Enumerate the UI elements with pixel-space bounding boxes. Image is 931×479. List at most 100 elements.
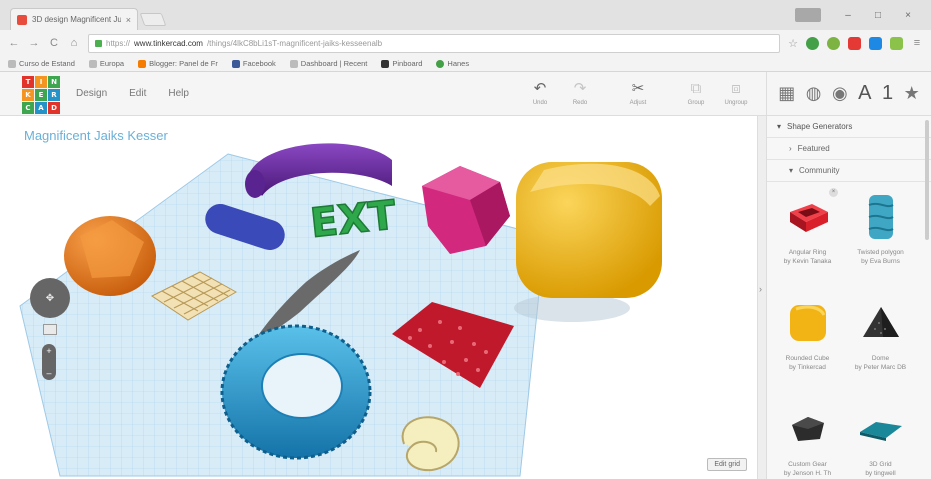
logo-cell: E — [35, 89, 47, 101]
section-featured[interactable]: › Featured — [767, 138, 931, 160]
shape-tile[interactable]: × Angular Ring by Kevin Tanaka — [771, 188, 844, 286]
extension-lime-icon[interactable] — [890, 36, 903, 50]
extension-red-icon[interactable] — [848, 36, 861, 50]
undo-button[interactable]: ↶ Undo — [525, 80, 555, 106]
ungroup-label: Ungroup — [724, 100, 748, 106]
grid-view-icon[interactable]: ▦ — [778, 83, 795, 104]
bookmark-item[interactable]: Blogger: Panel de Fr — [138, 59, 218, 68]
cream-spiral-shape[interactable] — [401, 416, 460, 472]
pentagon-icon — [778, 400, 838, 458]
redo-button[interactable]: ↷ Redo — [565, 80, 595, 106]
bookmark-icon — [436, 59, 445, 68]
facebook-icon — [231, 59, 240, 68]
yellow-rounded-cube-shape[interactable] — [514, 162, 662, 322]
zoom-out-icon[interactable]: – — [46, 368, 51, 378]
menu-help[interactable]: Help — [168, 88, 189, 99]
new-tab-button[interactable] — [139, 13, 167, 26]
profile-button[interactable] — [795, 8, 821, 22]
logo-cell: R — [48, 89, 60, 101]
close-tab-icon[interactable]: × — [126, 15, 131, 25]
cyan-gear-torus-shape[interactable] — [220, 324, 372, 460]
adjust-button[interactable]: ✂ Adjust — [623, 80, 653, 106]
workplane-viewport[interactable]: Magnificent Jaiks Kesser EXT ✥ + – Edit … — [0, 116, 757, 479]
redo-label: Redo — [572, 100, 588, 106]
group-button[interactable]: ⧉ Group — [681, 80, 711, 106]
blogger-icon — [138, 59, 147, 68]
zoom-control[interactable]: + – — [42, 344, 56, 380]
app-menu: Design Edit Help — [76, 88, 189, 99]
shape-tile[interactable]: Dome by Peter Marc DB — [844, 294, 917, 392]
menu-design[interactable]: Design — [76, 88, 107, 99]
back-icon[interactable]: ← — [8, 37, 20, 49]
chevron-down-icon: ▾ — [789, 166, 794, 175]
favorites-star-icon[interactable]: ★ — [904, 83, 920, 104]
section-label: Community — [799, 166, 840, 175]
red-box-icon — [778, 188, 838, 246]
maximize-button[interactable]: □ — [865, 10, 891, 21]
undo-icon: ↶ — [533, 80, 547, 97]
bookmark-item[interactable]: Pinboard — [381, 59, 422, 68]
section-label: Featured — [797, 144, 830, 153]
logo-cell: D — [48, 102, 60, 114]
sidebar-scrollbar[interactable] — [925, 120, 929, 240]
shape-tile[interactable]: Rounded Cube by Tinkercad — [771, 294, 844, 392]
shape-tile[interactable]: Twisted polygon by Eva Burns — [844, 188, 917, 286]
bookmark-label: Europa — [99, 59, 125, 68]
shape-caption: Rounded Cube by Tinkercad — [785, 355, 830, 371]
number-icon[interactable]: 1 — [882, 82, 893, 105]
text-icon[interactable]: A — [858, 82, 871, 105]
remove-badge[interactable]: × — [829, 188, 838, 197]
bookmark-item[interactable]: Europa — [88, 59, 125, 68]
extension-leaf-icon[interactable] — [827, 36, 840, 50]
logo-cell: I — [35, 76, 47, 88]
edit-toolbar: ↶ Undo ↷ Redo ✂ Adjust ⧉ Group ⧈ Ungroup — [525, 80, 751, 106]
bookmark-item[interactable]: Dashboard | Recent — [289, 59, 368, 68]
shapes-sidebar: ▾ Shape Generators › Featured ▾ Communit… — [766, 116, 931, 479]
bookmark-label: Dashboard | Recent — [300, 59, 368, 68]
zoom-in-icon[interactable]: + — [46, 346, 51, 356]
url-path: /things/4lkC8bLi1sT-magnificent-jaiks-ke… — [206, 38, 383, 48]
group-label: Group — [687, 100, 705, 106]
shape-panel-toolbar: ▦ ◍ ◉ A 1 ★ — [766, 72, 931, 116]
shape-grid: × Angular Ring by Kevin Tanaka Twisted po… — [771, 188, 921, 479]
home-icon[interactable]: ⌂ — [68, 37, 80, 49]
shapes-icon[interactable]: ◉ — [832, 83, 848, 104]
shape-tile[interactable]: Custom Gear by Jenson H. Th — [771, 400, 844, 479]
bookmark-item[interactable]: Curso de Estand — [8, 59, 75, 68]
reload-icon[interactable]: C — [48, 37, 60, 49]
group-icon: ⧉ — [690, 80, 702, 97]
chevron-right-icon: › — [759, 284, 762, 294]
view-orbit-control[interactable]: ✥ — [30, 278, 70, 318]
browser-tab-bar: 3D design Magnificent Ju... × – □ × — [0, 0, 931, 30]
bookmark-item[interactable]: Facebook — [231, 59, 276, 68]
forward-icon[interactable]: → — [28, 37, 40, 49]
section-community[interactable]: ▾ Community — [767, 160, 931, 182]
component-icon[interactable]: ◍ — [806, 83, 822, 104]
url-input[interactable]: https://www.tinkercad.com/things/4lkC8bL… — [88, 33, 781, 53]
logo-cell: T — [22, 76, 34, 88]
close-window-button[interactable]: × — [895, 10, 921, 21]
lock-icon — [95, 39, 102, 47]
tinkercad-logo[interactable]: T I N K E R C A D — [22, 76, 62, 114]
home-view-button[interactable] — [43, 324, 57, 335]
menu-icon[interactable]: ≡ — [911, 37, 923, 49]
bookmark-icon — [88, 59, 97, 68]
adjust-label: Adjust — [629, 100, 647, 106]
edit-grid-button[interactable]: Edit grid — [707, 458, 747, 471]
shape-tile[interactable]: 3D Grid by tingwell — [844, 400, 917, 479]
shape-caption: Custom Gear by Jenson H. Th — [783, 461, 832, 477]
bookmark-item[interactable]: Hanes — [436, 59, 469, 68]
section-shape-generators[interactable]: ▾ Shape Generators — [767, 116, 931, 138]
dome-icon — [851, 294, 911, 352]
green-ext-text-shape[interactable]: EXT — [308, 191, 400, 247]
tab-title: 3D design Magnificent Ju... — [32, 15, 121, 24]
bookmark-star-icon[interactable]: ☆ — [788, 37, 798, 50]
extension-green-icon[interactable] — [806, 36, 819, 50]
minimize-button[interactable]: – — [835, 10, 861, 21]
panel-collapse-handle[interactable]: › — [757, 116, 766, 479]
extension-blue-icon[interactable] — [869, 36, 882, 50]
ungroup-button[interactable]: ⧈ Ungroup — [721, 80, 751, 106]
menu-edit[interactable]: Edit — [129, 88, 146, 99]
orange-rounded-polyhedron-shape[interactable] — [64, 216, 156, 296]
browser-tab[interactable]: 3D design Magnificent Ju... × — [10, 8, 138, 30]
